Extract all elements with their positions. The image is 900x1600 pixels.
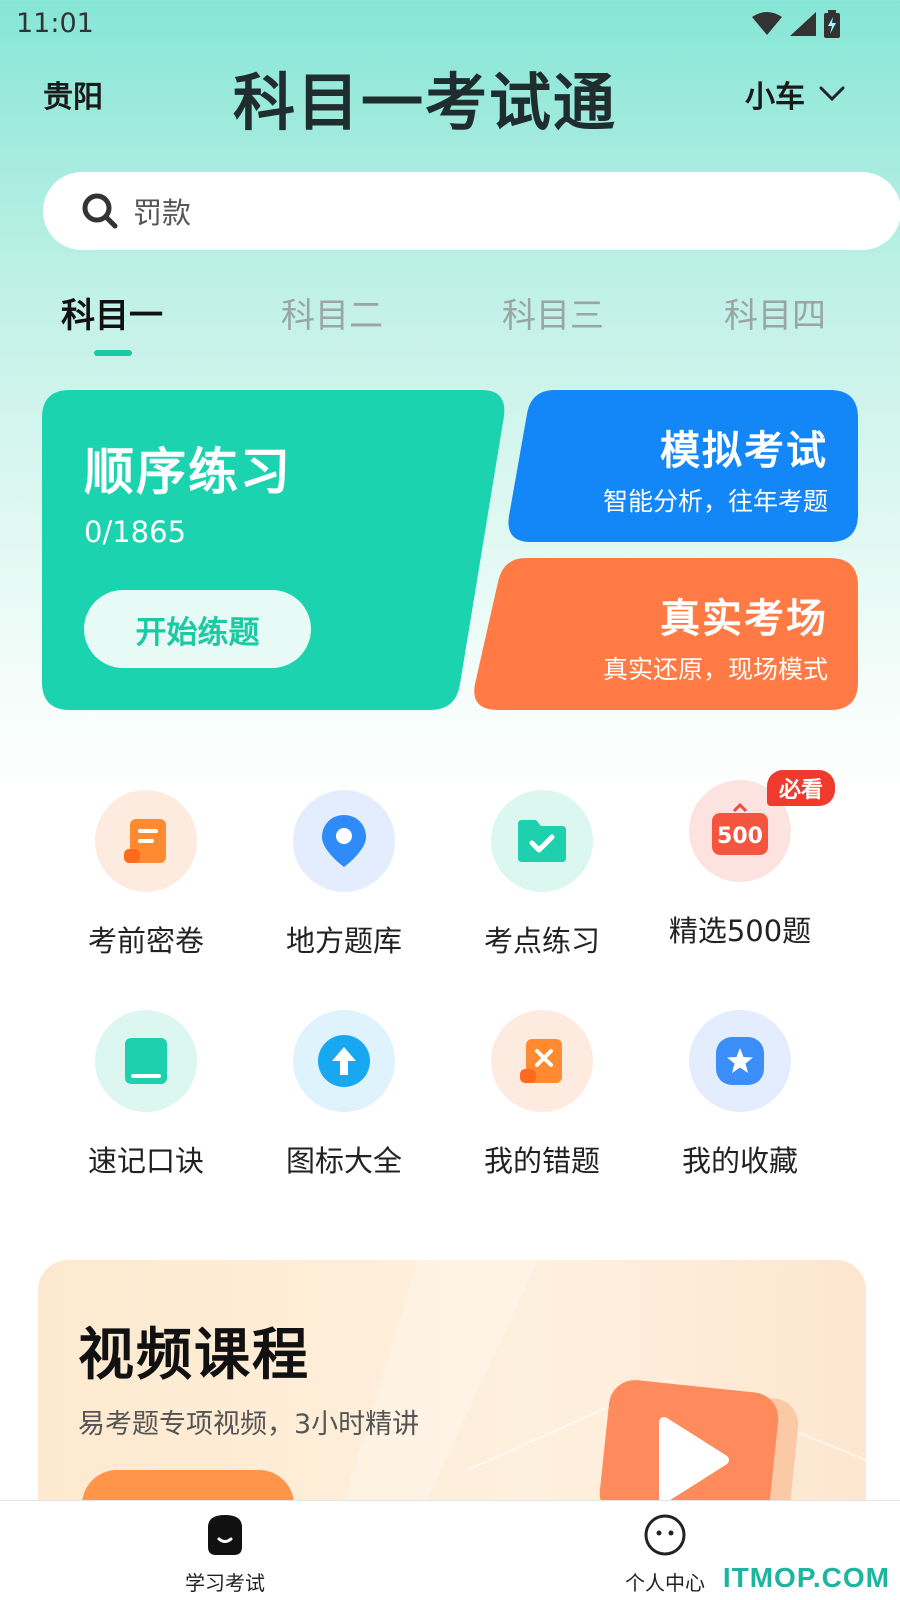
grid-item-top-500[interactable]: 500 必看 精选500题: [650, 770, 836, 950]
grid-item-exam-papers[interactable]: 考前密卷: [56, 790, 236, 960]
video-course-card[interactable]: 视频课程 易考题专项视频，3小时精讲: [38, 1260, 866, 1520]
book-icon: [95, 1010, 197, 1112]
tab-subject-3[interactable]: 科目三: [483, 288, 623, 337]
real-exam-title: 真实考场: [660, 596, 828, 642]
nav-label: 学习考试: [185, 1571, 265, 1595]
start-practice-button[interactable]: 开始练题: [84, 590, 311, 668]
nav-study-exam[interactable]: 学习考试: [155, 1513, 295, 1596]
grid-label: 地方题库: [285, 924, 402, 958]
grid-label: 图标大全: [285, 1144, 402, 1178]
tab-subject-2[interactable]: 科目二: [262, 288, 402, 337]
chevron-down-icon: [819, 86, 845, 102]
grid-item-favorites[interactable]: 我的收藏: [650, 1010, 830, 1180]
nav-label: 个人中心: [625, 1571, 705, 1595]
profile-face-icon: [644, 1514, 686, 1556]
grid-item-local-bank[interactable]: 地方题库: [254, 790, 434, 960]
grid-label: 精选500题: [668, 914, 812, 948]
mock-exam-subtitle: 智能分析，往年考题: [602, 487, 828, 516]
grid-item-key-points[interactable]: 考点练习: [452, 790, 632, 960]
star-icon: [689, 1010, 791, 1112]
arrow-up-icon: [293, 1010, 395, 1112]
vehicle-type-selector[interactable]: 小车: [745, 72, 845, 116]
grid-item-mnemonics[interactable]: 速记口诀: [56, 1010, 236, 1180]
mock-exam-title: 模拟考试: [660, 428, 828, 474]
play-icon: [599, 1380, 799, 1520]
scroll-icon: [95, 790, 197, 892]
sequential-practice-card[interactable]: 顺序练习 0/1865 开始练题: [42, 390, 507, 710]
status-time: 11:01: [16, 8, 94, 39]
watermark: ITMOP.COM: [722, 1562, 890, 1593]
search-input[interactable]: 罚款: [133, 190, 191, 232]
grid-label: 我的错题: [483, 1144, 600, 1178]
study-face-icon: [208, 1515, 242, 1555]
search-bar[interactable]: 罚款: [43, 172, 900, 250]
500-icon: 500 必看: [689, 770, 836, 882]
grid-label: 考点练习: [483, 924, 600, 958]
tab-subject-1[interactable]: 科目一: [42, 288, 182, 337]
wifi-icon: [752, 12, 782, 35]
status-icons: [752, 10, 840, 38]
sequential-practice-title: 顺序练习: [84, 443, 292, 501]
must-see-badge: 必看: [767, 770, 836, 806]
video-course-subtitle: 易考题专项视频，3小时精讲: [78, 1409, 420, 1440]
grid-item-wrong-questions[interactable]: 我的错题: [452, 1010, 632, 1180]
500-icon-text: 500: [717, 824, 763, 849]
tab-subject-4[interactable]: 科目四: [705, 288, 845, 337]
grid-item-sign-icons[interactable]: 图标大全: [254, 1010, 434, 1180]
signal-icon: [790, 12, 816, 36]
grid-label: 我的收藏: [681, 1144, 798, 1178]
real-exam-card[interactable]: 真实考场 真实还原，现场模式: [470, 558, 858, 710]
folder-check-icon: [491, 790, 593, 892]
mock-exam-card[interactable]: 模拟考试 智能分析，往年考题: [505, 390, 858, 542]
vehicle-type-label: 小车: [745, 80, 805, 115]
wrong-scroll-icon: [491, 1010, 593, 1112]
location-pin-icon: [293, 790, 395, 892]
sequential-practice-progress: 0/1865: [84, 515, 187, 549]
grid-label: 考前密卷: [87, 924, 204, 958]
tab-active-indicator: [94, 350, 132, 356]
app-title: 科目一考试通: [232, 66, 617, 139]
search-icon: [82, 193, 118, 229]
grid-label: 速记口诀: [87, 1144, 204, 1178]
video-course-title: 视频课程: [78, 1323, 310, 1388]
battery-icon: [824, 10, 840, 38]
real-exam-subtitle: 真实还原，现场模式: [602, 655, 828, 684]
nav-personal-center[interactable]: 个人中心: [595, 1513, 735, 1596]
